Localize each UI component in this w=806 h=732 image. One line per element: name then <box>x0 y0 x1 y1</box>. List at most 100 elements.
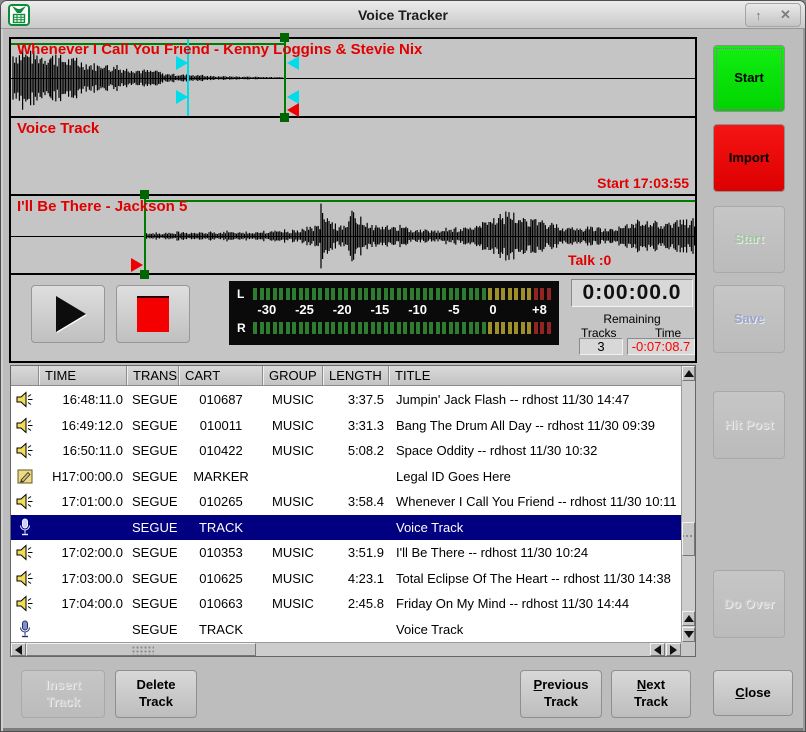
log-row[interactable]: 17:03:00.0SEGUE010625MUSIC4:23.1Total Ec… <box>11 566 681 592</box>
meter-segment <box>521 322 525 334</box>
meter-segment <box>292 322 296 334</box>
column-header-TRANS[interactable]: TRANS <box>127 366 179 385</box>
log-row[interactable]: 17:02:00.0SEGUE010353MUSIC3:51.9I'll Be … <box>11 540 681 566</box>
segue-marker-handle-icon[interactable] <box>287 56 299 70</box>
log-row[interactable]: 16:50:11.0SEGUE010422MUSIC5:08.2Space Od… <box>11 438 681 464</box>
log-cell-length: 3:31.3 <box>323 413 389 439</box>
meter-segment <box>384 288 388 300</box>
meter-segment <box>260 288 264 300</box>
next-track-button[interactable]: Next Track <box>611 670 691 718</box>
delete-track-button[interactable]: DeleteTrack <box>115 670 197 718</box>
talk-marker-handle-icon[interactable] <box>176 90 188 104</box>
log-cell-title: Space Oddity -- rdhost 11/30 10:32 <box>389 438 681 464</box>
segue-marker-handle-icon[interactable] <box>287 90 299 104</box>
log-cell-length: 3:58.4 <box>323 489 389 515</box>
log-row[interactable]: SEGUETRACKVoice Track <box>11 515 681 541</box>
log-row[interactable]: 16:49:12.0SEGUE010011MUSIC3:31.3Bang The… <box>11 413 681 439</box>
log-cell-group: MUSIC <box>263 438 323 464</box>
column-header-icon[interactable] <box>11 366 39 385</box>
horizontal-scrollbar[interactable] <box>11 642 681 656</box>
arrow-up-icon <box>684 615 694 622</box>
log-cell-time: 17:02:00.0 <box>39 540 127 566</box>
meter-segment <box>534 288 538 300</box>
close-window-button[interactable]: ✕ <box>780 7 791 23</box>
scroll-up-button[interactable] <box>682 366 695 381</box>
meter-segment <box>384 322 388 334</box>
import-button[interactable]: Import <box>713 124 785 192</box>
column-header-TITLE[interactable]: TITLE <box>389 366 681 385</box>
voice-track-title: Voice Track <box>17 120 99 137</box>
meter-segment <box>403 288 407 300</box>
scroll-up-button-2[interactable] <box>682 611 695 626</box>
log-cell-cart: 010687 <box>179 387 263 413</box>
log-rows: 16:48:11.0SEGUE010687MUSIC3:37.5Jumpin' … <box>11 387 681 642</box>
log-cell-length: 5:08.2 <box>323 438 389 464</box>
meter-segment <box>253 288 257 300</box>
meter-segment <box>455 322 459 334</box>
meter-segment <box>390 322 394 334</box>
previous-track-button[interactable]: Previous Track <box>520 670 602 718</box>
meter-segment <box>279 288 283 300</box>
window-title: Voice Tracker <box>1 7 805 23</box>
log-row[interactable]: H17:00:00.0SEGUEMARKERLegal ID Goes Here <box>11 464 681 490</box>
log-row[interactable]: SEGUETRACKVoice Track <box>11 617 681 643</box>
log-cell-time <box>39 515 127 541</box>
start-record-button[interactable]: Start <box>713 45 785 112</box>
column-header-GROUP[interactable]: GROUP <box>263 366 323 385</box>
log-cell-title: Bang The Drum All Day -- rdhost 11/30 09… <box>389 413 681 439</box>
meter-left-label: L <box>237 287 253 301</box>
titlebar[interactable]: Voice Tracker ↑ ✕ <box>1 1 805 29</box>
meter-segment <box>338 288 342 300</box>
meter-scale-label: 0 <box>489 302 496 317</box>
meter-segment <box>442 322 446 334</box>
meter-segment <box>488 322 492 334</box>
log-row[interactable]: 17:01:00.0SEGUE010265MUSIC3:58.4Whenever… <box>11 489 681 515</box>
horizontal-scroll-thumb[interactable] <box>26 643 256 656</box>
marker-handle-top[interactable] <box>140 190 149 199</box>
scroll-right-button[interactable] <box>666 643 681 656</box>
end-marker-handle-icon[interactable] <box>287 103 299 117</box>
log-cell-title: Total Eclipse Of The Heart -- rdhost 11/… <box>389 566 681 592</box>
close-button[interactable]: Close <box>713 670 793 716</box>
talk-marker-handle-icon[interactable] <box>176 56 188 70</box>
elapsed-time-display: 0:00:00.0 <box>571 279 693 307</box>
meter-segment <box>495 288 499 300</box>
column-header-TIME[interactable]: TIME <box>39 366 127 385</box>
meter-segment <box>331 322 335 334</box>
scroll-left-button-2[interactable] <box>650 643 665 656</box>
start-marker-handle-icon[interactable] <box>131 258 143 272</box>
log-row[interactable]: 17:04:00.0SEGUE010663MUSIC2:45.8Friday O… <box>11 591 681 617</box>
meter-segment <box>514 288 518 300</box>
play-button[interactable] <box>31 285 105 343</box>
meter-scale-label: -10 <box>408 302 427 317</box>
vertical-scrollbar[interactable] <box>681 366 695 642</box>
meter-scale-label: +8 <box>532 302 547 317</box>
scroll-down-button[interactable] <box>682 627 695 642</box>
waveform-panel-incoming-track[interactable]: I'll Be There - Jackson 5 Talk :0 <box>11 196 695 275</box>
meter-segment <box>482 322 486 334</box>
log-row[interactable]: 16:48:11.0SEGUE010687MUSIC3:37.5Jumpin' … <box>11 387 681 413</box>
speaker-icon <box>11 413 39 439</box>
column-header-LENGTH[interactable]: LENGTH <box>323 366 389 385</box>
stop-button[interactable] <box>116 285 190 343</box>
log-cell-group: MUSIC <box>263 413 323 439</box>
meter-segment <box>521 288 525 300</box>
waveform-panel-voice-track[interactable]: Voice Track Start 17:03:55 <box>11 118 695 196</box>
meter-segment <box>371 288 375 300</box>
log-cell-length: 2:45.8 <box>323 591 389 617</box>
tracks-remaining-value: 3 <box>579 338 623 355</box>
meter-segment <box>299 322 303 334</box>
marker-handle-top[interactable] <box>280 33 289 42</box>
waveform-panel-outgoing-track[interactable]: Whenever I Call You Friend - Kenny Loggi… <box>11 39 695 118</box>
log-cell-trans: SEGUE <box>127 464 179 490</box>
meter-scale-label: -30 <box>257 302 276 317</box>
meter-segment <box>266 322 270 334</box>
column-header-CART[interactable]: CART <box>179 366 263 385</box>
vertical-scroll-thumb[interactable] <box>682 522 695 556</box>
meter-segment <box>462 288 466 300</box>
scroll-left-button[interactable] <box>11 643 26 656</box>
shade-button[interactable]: ↑ <box>755 8 762 23</box>
meter-segment <box>358 288 362 300</box>
meter-segment <box>436 288 440 300</box>
meter-segment <box>488 288 492 300</box>
